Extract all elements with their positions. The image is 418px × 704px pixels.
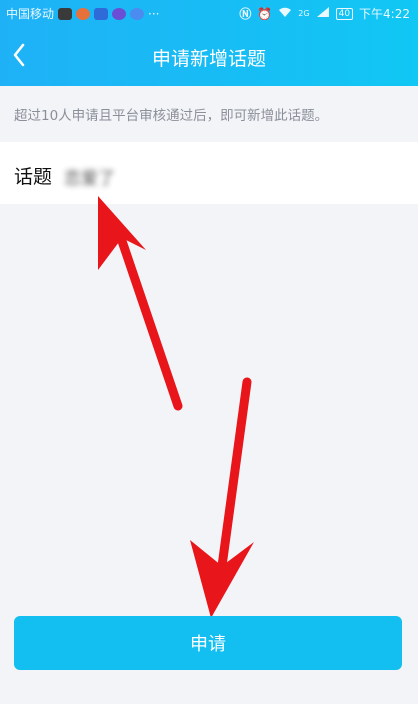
notification-app-icon bbox=[112, 7, 127, 20]
arrow-pointing-to-submit bbox=[190, 377, 254, 618]
network-type: 2G bbox=[298, 9, 310, 18]
topic-field[interactable]: 话题 恋爱了 bbox=[0, 142, 418, 204]
battery-level: 40 bbox=[335, 7, 354, 20]
more-notifications: ··· bbox=[148, 6, 160, 21]
app-header: 中国移动 ··· Ⓝ ⏰ 2G 40 下午4:22 申请新增话题 bbox=[0, 0, 418, 86]
arrow-pointing-to-topic bbox=[98, 196, 183, 411]
notification-app-icon bbox=[58, 7, 73, 20]
nfc-icon: Ⓝ bbox=[239, 7, 252, 21]
notification-app-icon bbox=[94, 7, 109, 20]
topic-value: 恋爱了 bbox=[64, 169, 115, 189]
wifi-icon bbox=[278, 6, 292, 21]
page-title: 申请新增话题 bbox=[151, 48, 266, 70]
topic-label: 话题 bbox=[14, 166, 53, 188]
carrier-name: 中国移动 bbox=[6, 7, 55, 21]
notification-app-icon bbox=[76, 7, 91, 20]
alarm-icon: ⏰ bbox=[257, 6, 273, 21]
signal-icon bbox=[316, 6, 330, 21]
nav-bar: 申请新增话题 bbox=[0, 26, 418, 86]
status-bar: 中国移动 ··· Ⓝ ⏰ 2G 40 下午4:22 bbox=[0, 0, 418, 26]
clock: 下午4:22 bbox=[359, 7, 410, 21]
notification-app-icon bbox=[130, 7, 145, 20]
hint-text: 超过10人申请且平台审核通过后，即可新增此话题。 bbox=[14, 108, 329, 124]
submit-button[interactable]: 申请 bbox=[14, 616, 402, 670]
